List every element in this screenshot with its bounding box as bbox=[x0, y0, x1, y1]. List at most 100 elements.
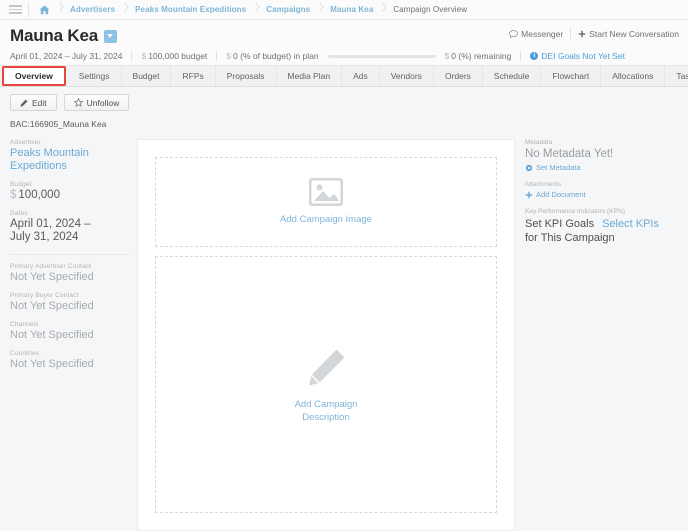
breadcrumb-separator-icon bbox=[56, 0, 64, 20]
tab-schedule[interactable]: Schedule bbox=[483, 66, 542, 86]
info-icon: i bbox=[530, 52, 539, 60]
field-advertiser: Advertiser Peaks Mountain Expeditions bbox=[10, 139, 130, 173]
breadcrumb-item-campaign[interactable]: Mauna Kea bbox=[324, 5, 379, 14]
tab-bar: Overview Settings Budget RFPs Proposals … bbox=[0, 65, 688, 87]
breadcrumb-separator-icon bbox=[121, 0, 129, 20]
content-area: Advertiser Peaks Mountain Expeditions Bu… bbox=[0, 129, 688, 531]
breadcrumb-separator-icon bbox=[316, 0, 324, 20]
field-label: Countries bbox=[10, 350, 40, 357]
metadata-sidebar: Metadata No Metadata Yet! Set Metadata A… bbox=[525, 139, 685, 245]
set-metadata-label: Set Metadata bbox=[536, 163, 581, 172]
field-primary-buyer-contact: Primary Buyer Contact Not Yet Specified bbox=[10, 292, 130, 313]
field-value: Not Yet Specified bbox=[10, 300, 94, 312]
pencil-icon bbox=[20, 99, 28, 107]
tab-flowchart[interactable]: Flowchart bbox=[541, 66, 602, 86]
metadata-empty-text: No Metadata Yet! bbox=[525, 148, 614, 160]
unfollow-label: Unfollow bbox=[86, 97, 120, 108]
page-title: Mauna Kea bbox=[10, 26, 98, 45]
field-label: Primary Buyer Contact bbox=[10, 292, 79, 299]
dei-goals-link[interactable]: i DEI Goals Not Yet Set bbox=[530, 51, 625, 61]
campaign-content-card: Add Campaign Image Add Campaign Descript… bbox=[137, 139, 515, 531]
title-dropdown-button[interactable] bbox=[103, 29, 117, 43]
edit-button[interactable]: Edit bbox=[10, 94, 57, 111]
tab-settings[interactable]: Settings bbox=[68, 66, 122, 86]
tab-overview[interactable]: Overview bbox=[2, 66, 66, 86]
description-label-line2: Description bbox=[302, 412, 350, 423]
budget-progress-bar bbox=[327, 54, 436, 58]
page-header: Mauna Kea April 01, 2024 – July 31, 2024… bbox=[0, 20, 688, 65]
field-value: Not Yet Specified bbox=[10, 329, 94, 341]
field-label: Dates bbox=[10, 210, 28, 217]
kpi-block: Set KPI Goals Select KPIs bbox=[525, 217, 685, 231]
tab-vendors[interactable]: Vendors bbox=[380, 66, 434, 86]
divider bbox=[131, 51, 133, 61]
kpi-text-line1: Set KPI Goals bbox=[525, 218, 595, 230]
breadcrumb-item-advertiser[interactable]: Peaks Mountain Expeditions bbox=[129, 5, 252, 14]
breadcrumb-separator-icon bbox=[379, 0, 387, 20]
field-label: Primary Advertiser Contact bbox=[10, 263, 92, 270]
tab-tasks[interactable]: Tasks bbox=[665, 66, 688, 86]
campaign-overview-page: Advertisers Peaks Mountain Expeditions C… bbox=[0, 0, 688, 531]
currency-symbol: $ bbox=[226, 51, 232, 61]
breadcrumb: Advertisers Peaks Mountain Expeditions C… bbox=[64, 0, 473, 20]
plus-icon bbox=[525, 191, 533, 198]
start-new-conversation-button[interactable]: Start New Conversation bbox=[578, 29, 679, 39]
details-sidebar: Advertiser Peaks Mountain Expeditions Bu… bbox=[10, 139, 130, 379]
currency-symbol: $ bbox=[10, 189, 17, 201]
add-campaign-description-label: Add Campaign Description bbox=[295, 398, 358, 424]
messenger-button[interactable]: Messenger bbox=[509, 29, 563, 39]
field-dates: Dates April 01, 2024 – July 31, 2024 bbox=[10, 210, 130, 244]
description-label-line1: Add Campaign bbox=[294, 399, 358, 410]
start-new-conversation-label: Start New Conversation bbox=[589, 28, 679, 39]
gear-icon bbox=[525, 164, 533, 171]
home-icon[interactable] bbox=[33, 5, 56, 15]
divider bbox=[28, 2, 29, 17]
tab-allocations[interactable]: Allocations bbox=[601, 66, 666, 86]
breadcrumb-bar: Advertisers Peaks Mountain Expeditions C… bbox=[0, 0, 688, 20]
unfollow-button[interactable]: Unfollow bbox=[63, 94, 130, 111]
field-value-advertiser[interactable]: Peaks Mountain Expeditions bbox=[10, 147, 130, 173]
field-budget: Budget $100,000 bbox=[10, 181, 130, 202]
select-kpis-link[interactable]: Select KPIs bbox=[602, 217, 659, 231]
add-document-link[interactable]: Add Document bbox=[525, 190, 685, 199]
field-value: Not Yet Specified bbox=[10, 271, 94, 283]
image-placeholder-icon bbox=[309, 178, 343, 206]
menu-hamburger-icon[interactable] bbox=[0, 5, 24, 14]
currency-symbol: $ bbox=[141, 51, 147, 61]
add-campaign-image-dropzone[interactable]: Add Campaign Image bbox=[155, 157, 497, 247]
breadcrumb-item-campaigns[interactable]: Campaigns bbox=[260, 5, 316, 14]
field-channels: Channels Not Yet Specified bbox=[10, 321, 130, 342]
field-primary-advertiser-contact: Primary Advertiser Contact Not Yet Speci… bbox=[10, 263, 130, 284]
action-bar: Edit Unfollow bbox=[0, 87, 688, 111]
add-campaign-image-label: Add Campaign Image bbox=[280, 214, 372, 225]
attachments-label: Attachments bbox=[525, 181, 562, 188]
tab-proposals[interactable]: Proposals bbox=[216, 66, 277, 86]
tab-ads[interactable]: Ads bbox=[342, 66, 380, 86]
budget-remaining: 0 (%) remaining bbox=[451, 51, 512, 61]
field-label: Channels bbox=[10, 321, 39, 328]
field-value-budget: $100,000 bbox=[10, 189, 130, 202]
tab-media-plan[interactable]: Media Plan bbox=[277, 66, 343, 86]
campaign-summary-bar: April 01, 2024 – July 31, 2024 $ 100,000… bbox=[10, 51, 678, 61]
divider bbox=[10, 254, 130, 255]
add-document-label: Add Document bbox=[536, 190, 586, 199]
set-metadata-link[interactable]: Set Metadata bbox=[525, 163, 685, 172]
edit-label: Edit bbox=[32, 97, 47, 108]
kpi-text-line2: for This Campaign bbox=[525, 232, 615, 244]
campaign-budget: 100,000 budget bbox=[148, 51, 208, 61]
add-campaign-description-dropzone[interactable]: Add Campaign Description bbox=[155, 256, 497, 513]
field-countries: Countries Not Yet Specified bbox=[10, 350, 130, 371]
tab-budget[interactable]: Budget bbox=[122, 66, 172, 86]
divider bbox=[216, 51, 218, 61]
metadata-label: Metadata bbox=[525, 139, 553, 146]
field-label: Budget bbox=[10, 181, 32, 188]
field-value-dates: April 01, 2024 – July 31, 2024 bbox=[10, 218, 91, 243]
divider bbox=[520, 51, 522, 61]
dei-goals-label: DEI Goals Not Yet Set bbox=[541, 51, 625, 61]
breadcrumb-item-current: Campaign Overview bbox=[393, 5, 468, 14]
breadcrumb-item-advertisers[interactable]: Advertisers bbox=[64, 5, 121, 14]
tab-orders[interactable]: Orders bbox=[434, 66, 483, 86]
messenger-label: Messenger bbox=[521, 28, 564, 39]
star-icon bbox=[73, 98, 83, 107]
tab-rfps[interactable]: RFPs bbox=[171, 66, 216, 86]
